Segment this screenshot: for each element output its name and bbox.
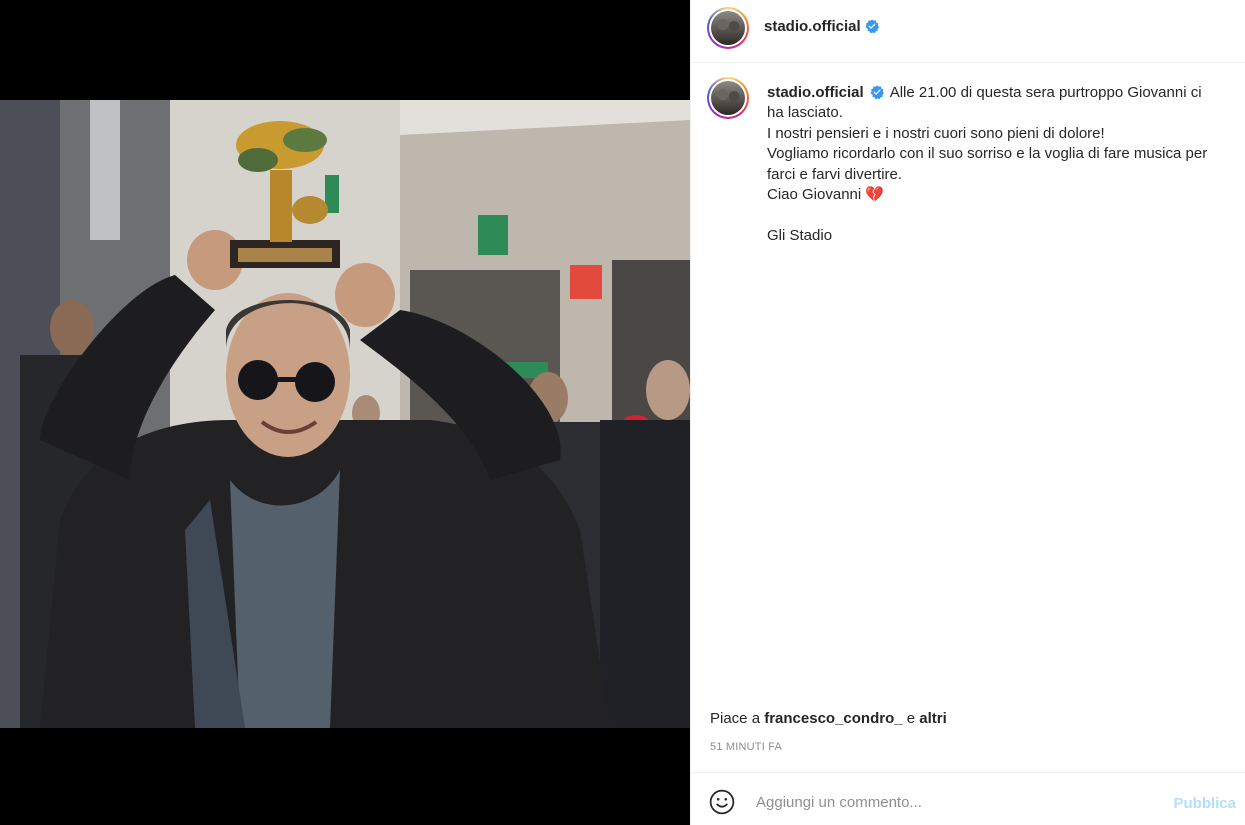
photo-illustration [0,100,690,728]
verified-badge-icon [870,85,884,99]
likes-user-link[interactable]: francesco_condro_ [764,710,902,727]
likes-others-link[interactable]: altri [919,710,947,727]
header-user: stadio.official [764,18,879,36]
comment-bar: Pubblica [691,772,1245,825]
post-media [0,0,690,825]
post-timestamp[interactable]: 51 minuti fa [710,741,782,753]
post-side-panel: stadio.official stadio.official Alle 21.0… [690,0,1245,825]
header-username[interactable]: stadio.official [764,18,861,35]
caption-avatar[interactable] [707,77,749,119]
author-avatar[interactable] [707,7,749,49]
likes-line: Piace a francesco_condro_ e altri [710,710,947,727]
post-photo[interactable] [0,100,690,728]
comment-input[interactable] [754,787,1158,817]
post-header: stadio.official [691,0,1245,63]
emoji-icon[interactable] [709,789,735,815]
publish-button[interactable]: Pubblica [1173,795,1236,812]
likes-conj: e [906,710,916,727]
likes-prefix: Piace a [710,710,761,727]
post-caption: stadio.official Alle 21.00 di questa sera… [767,83,1222,246]
caption-text: Alle 21.00 di questa sera purtroppo Giov… [767,84,1208,244]
caption-username[interactable]: stadio.official [767,84,864,101]
verified-badge-icon [865,19,879,33]
